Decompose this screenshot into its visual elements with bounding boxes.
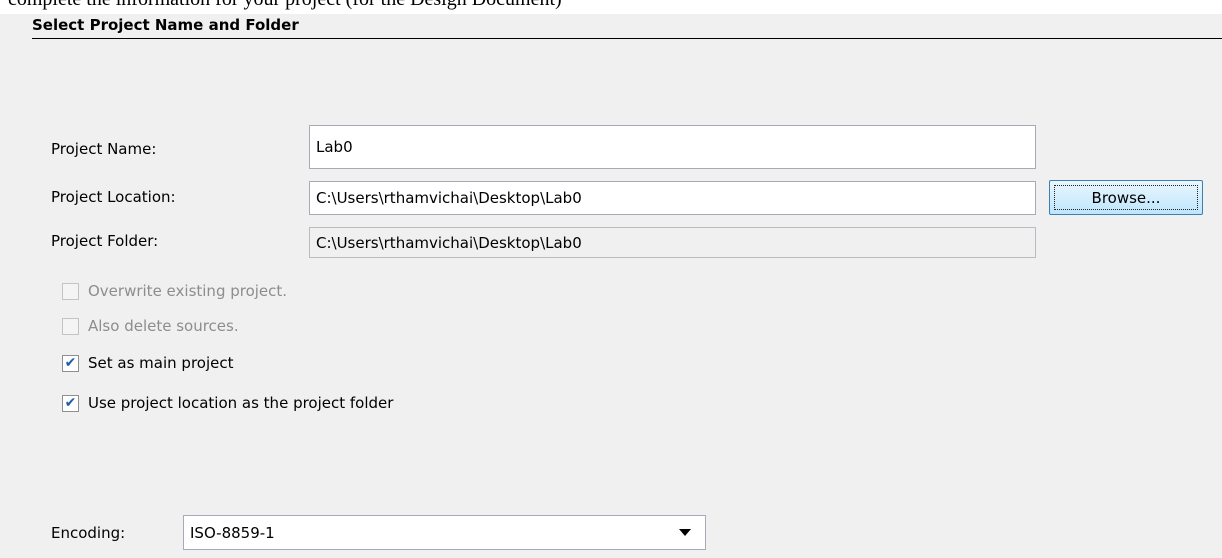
overwrite-checkbox — [62, 282, 79, 300]
document-text: complete the information for your projec… — [8, 0, 562, 11]
overwrite-label: Overwrite existing project. — [88, 282, 288, 300]
use-location-checkbox[interactable]: ✔ — [62, 394, 79, 412]
main-project-checkbox[interactable]: ✔ — [62, 354, 79, 372]
title-divider — [32, 38, 1222, 39]
encoding-label: Encoding: — [51, 524, 126, 542]
delete-sources-label: Also delete sources. — [88, 317, 239, 335]
project-location-input[interactable]: C:\Users\rthamvichai\Desktop\Lab0 — [309, 181, 1036, 215]
project-name-input[interactable]: Lab0 — [309, 125, 1036, 169]
checkmark-icon: ✔ — [64, 395, 77, 411]
encoding-value: ISO-8859-1 — [190, 523, 275, 542]
project-folder-label: Project Folder: — [51, 232, 159, 250]
use-location-label[interactable]: Use project location as the project fold… — [88, 394, 393, 412]
checkmark-icon: ✔ — [64, 355, 77, 371]
delete-sources-checkbox — [62, 317, 79, 335]
browse-button-label: Browse... — [1091, 188, 1161, 207]
delete-sources-option: Also delete sources. — [62, 317, 239, 335]
encoding-select[interactable]: ISO-8859-1 — [183, 515, 706, 550]
section-title: Select Project Name and Folder — [32, 16, 299, 34]
document-text-strip: complete the information for your projec… — [0, 0, 1222, 14]
project-name-label: Project Name: — [51, 140, 157, 158]
new-project-wizard-panel: complete the information for your projec… — [0, 0, 1222, 558]
browse-button[interactable]: Browse... — [1049, 180, 1203, 215]
overwrite-option: Overwrite existing project. — [62, 282, 287, 300]
project-location-label: Project Location: — [51, 188, 176, 206]
chevron-down-icon[interactable] — [665, 516, 705, 549]
main-project-label[interactable]: Set as main project — [88, 354, 233, 372]
use-location-option[interactable]: ✔ Use project location as the project fo… — [62, 394, 393, 412]
main-project-option[interactable]: ✔ Set as main project — [62, 354, 233, 372]
project-folder-field: C:\Users\rthamvichai\Desktop\Lab0 — [309, 227, 1036, 258]
